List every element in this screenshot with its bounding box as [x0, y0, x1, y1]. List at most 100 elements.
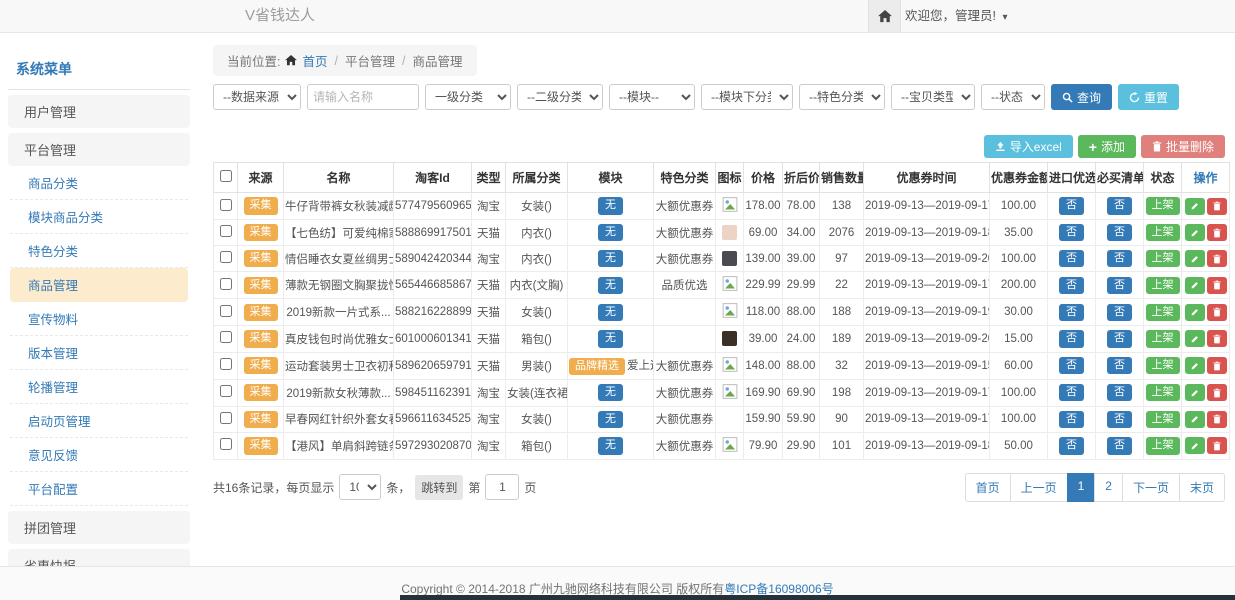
page-button[interactable]: 首页: [965, 473, 1011, 502]
icp-link[interactable]: 粤ICP备16098006号: [724, 582, 833, 596]
delete-button[interactable]: [1207, 437, 1227, 454]
sidebar-item[interactable]: 用户管理: [8, 95, 190, 128]
import-selected-badge[interactable]: 否: [1059, 384, 1084, 401]
page-button[interactable]: 2: [1094, 473, 1123, 502]
jump-button[interactable]: 跳转到: [415, 475, 463, 500]
level1-category-filter[interactable]: 一级分类: [425, 84, 511, 110]
must-buy-badge[interactable]: 否: [1107, 330, 1132, 347]
delete-button[interactable]: [1207, 304, 1227, 321]
batch-delete-button[interactable]: 批量删除: [1141, 135, 1225, 158]
delete-button[interactable]: [1207, 224, 1227, 241]
edit-button[interactable]: [1185, 330, 1205, 347]
import-selected-badge[interactable]: 否: [1059, 277, 1084, 294]
edit-button[interactable]: [1185, 198, 1205, 215]
delete-button[interactable]: [1207, 330, 1227, 347]
name-search-input[interactable]: [307, 84, 419, 110]
user-menu[interactable]: 欢迎您，管理员! ▾: [905, 0, 1008, 34]
row-checkbox[interactable]: [220, 199, 232, 211]
must-buy-badge[interactable]: 否: [1107, 197, 1132, 214]
sidebar-item[interactable]: 特色分类: [10, 234, 188, 268]
row-checkbox[interactable]: [220, 305, 232, 317]
delete-button[interactable]: [1207, 411, 1227, 428]
sidebar-item[interactable]: 平台管理: [8, 133, 190, 166]
status-badge[interactable]: 上架: [1146, 384, 1180, 401]
page-button[interactable]: 1: [1067, 473, 1096, 502]
data-source-filter[interactable]: --数据来源--: [213, 84, 301, 110]
edit-button[interactable]: [1185, 304, 1205, 321]
row-checkbox[interactable]: [220, 412, 232, 424]
row-checkbox[interactable]: [220, 331, 232, 343]
status-badge[interactable]: 上架: [1146, 304, 1180, 321]
sidebar-item[interactable]: 平台配置: [10, 472, 188, 506]
row-checkbox[interactable]: [220, 438, 232, 450]
edit-button[interactable]: [1185, 357, 1205, 374]
must-buy-badge[interactable]: 否: [1107, 250, 1132, 267]
sidebar-item[interactable]: 拼团管理: [8, 511, 190, 544]
must-buy-badge[interactable]: 否: [1107, 357, 1132, 374]
add-button[interactable]: + 添加: [1078, 135, 1136, 158]
page-button[interactable]: 上一页: [1010, 473, 1068, 502]
edit-button[interactable]: [1185, 250, 1205, 267]
sidebar-item[interactable]: 商品管理: [10, 268, 188, 302]
module-filter[interactable]: --模块--: [609, 84, 695, 110]
must-buy-badge[interactable]: 否: [1107, 411, 1132, 428]
home-button[interactable]: [868, 0, 901, 32]
import-selected-badge[interactable]: 否: [1059, 330, 1084, 347]
edit-button[interactable]: [1185, 224, 1205, 241]
sidebar-item[interactable]: 宣传物料: [10, 302, 188, 336]
status-badge[interactable]: 上架: [1146, 411, 1180, 428]
status-badge[interactable]: 上架: [1146, 330, 1180, 347]
import-selected-badge[interactable]: 否: [1059, 304, 1084, 321]
edit-button[interactable]: [1185, 277, 1205, 294]
row-checkbox[interactable]: [220, 385, 232, 397]
import-selected-badge[interactable]: 否: [1059, 197, 1084, 214]
delete-button[interactable]: [1207, 384, 1227, 401]
status-badge[interactable]: 上架: [1146, 357, 1180, 374]
edit-button[interactable]: [1185, 384, 1205, 401]
must-buy-badge[interactable]: 否: [1107, 384, 1132, 401]
status-badge[interactable]: 上架: [1146, 277, 1180, 294]
sidebar-item[interactable]: 意见反馈: [10, 438, 188, 472]
reset-button[interactable]: 重置: [1118, 84, 1179, 110]
row-checkbox[interactable]: [220, 225, 232, 237]
sidebar-item[interactable]: 商品分类: [10, 166, 188, 200]
jump-page-input[interactable]: [485, 474, 519, 500]
import-excel-button[interactable]: 导入excel: [984, 135, 1073, 158]
delete-button[interactable]: [1207, 250, 1227, 267]
page-button[interactable]: 下一页: [1122, 473, 1180, 502]
status-badge[interactable]: 上架: [1146, 224, 1180, 241]
edit-button[interactable]: [1185, 437, 1205, 454]
module-sub-filter[interactable]: --模块下分类--: [701, 84, 793, 110]
sidebar-item[interactable]: 启动页管理: [10, 404, 188, 438]
select-all-checkbox[interactable]: [220, 170, 232, 182]
import-selected-badge[interactable]: 否: [1059, 357, 1084, 374]
feature-category-filter[interactable]: --特色分类--: [799, 84, 885, 110]
sidebar-item[interactable]: 轮播管理: [10, 370, 188, 404]
row-checkbox[interactable]: [220, 251, 232, 263]
must-buy-badge[interactable]: 否: [1107, 224, 1132, 241]
sidebar-item[interactable]: 版本管理: [10, 336, 188, 370]
import-selected-badge[interactable]: 否: [1059, 437, 1084, 454]
delete-button[interactable]: [1207, 198, 1227, 215]
status-filter[interactable]: --状态--: [981, 84, 1045, 110]
query-button[interactable]: 查询: [1051, 84, 1112, 110]
row-checkbox[interactable]: [220, 278, 232, 290]
must-buy-badge[interactable]: 否: [1107, 304, 1132, 321]
must-buy-badge[interactable]: 否: [1107, 277, 1132, 294]
delete-button[interactable]: [1207, 357, 1227, 374]
page-button[interactable]: 末页: [1179, 473, 1225, 502]
page-size-select[interactable]: 10: [339, 474, 381, 500]
sidebar-item[interactable]: 模块商品分类: [10, 200, 188, 234]
breadcrumb-home-link[interactable]: 首页: [302, 51, 327, 70]
edit-button[interactable]: [1185, 411, 1205, 428]
item-type-filter[interactable]: --宝贝类型--: [891, 84, 975, 110]
sidebar-item[interactable]: 省惠快报: [8, 549, 190, 566]
status-badge[interactable]: 上架: [1146, 437, 1180, 454]
status-badge[interactable]: 上架: [1146, 250, 1180, 267]
import-selected-badge[interactable]: 否: [1059, 224, 1084, 241]
row-checkbox[interactable]: [220, 358, 232, 370]
status-badge[interactable]: 上架: [1146, 197, 1180, 214]
import-selected-badge[interactable]: 否: [1059, 411, 1084, 428]
level2-category-filter[interactable]: --二级分类--: [517, 84, 603, 110]
delete-button[interactable]: [1207, 277, 1227, 294]
